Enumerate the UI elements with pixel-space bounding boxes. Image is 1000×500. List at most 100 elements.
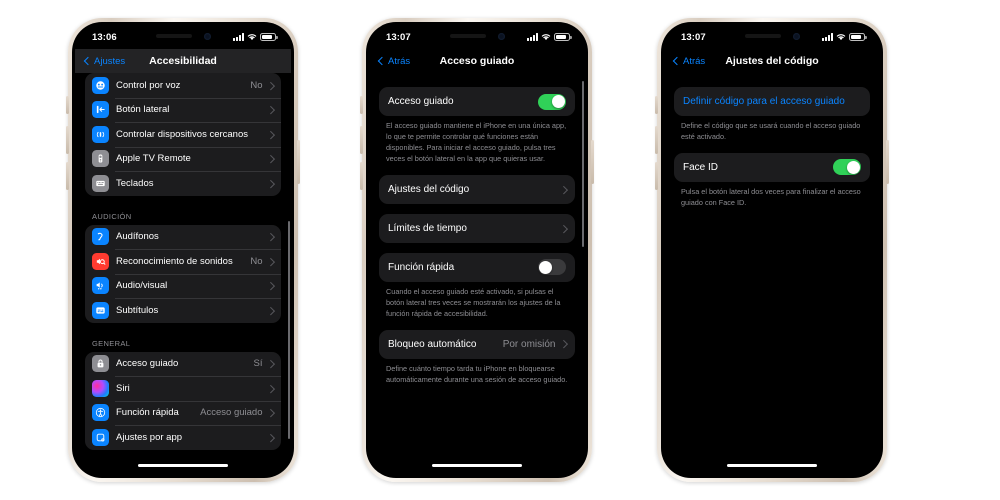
back-button-label: Atrás xyxy=(388,55,411,67)
accessibility-shortcut-toggle-row[interactable]: Función rápida xyxy=(379,253,575,282)
volume-down-button[interactable] xyxy=(360,162,363,190)
hearing-devices-icon xyxy=(92,228,109,246)
phone-screen: 13:07 Atrás Acceso guiado Acceso guiado … xyxy=(369,25,585,475)
guided-access-toggle-row[interactable]: Acceso guiado xyxy=(379,87,575,116)
row-funcion-rapida[interactable]: Función rápida Acceso guiado xyxy=(85,400,281,426)
volume-down-button[interactable] xyxy=(655,162,658,190)
settings-list[interactable]: Control por voz No Botón lateral Control… xyxy=(75,73,291,455)
home-indicator[interactable] xyxy=(727,463,817,467)
signal-bars-icon xyxy=(822,33,833,41)
back-button[interactable]: Atrás xyxy=(377,55,411,67)
chevron-right-icon xyxy=(559,185,568,194)
silent-switch[interactable] xyxy=(66,96,69,114)
chevron-right-icon xyxy=(266,81,275,90)
chevron-right-icon xyxy=(266,433,275,442)
row-apple-tv-remote[interactable]: Apple TV Remote xyxy=(85,146,281,172)
chevron-right-icon xyxy=(266,306,275,315)
chevron-right-icon xyxy=(266,179,275,188)
row-reconocimiento-de-sonidos[interactable]: Reconocimiento de sonidos No xyxy=(85,249,281,274)
row-ajustes-por-app[interactable]: Ajustes por app xyxy=(85,425,281,450)
row-label: Función rápida xyxy=(388,261,455,273)
row-control-por-voz[interactable]: Control por voz No xyxy=(85,73,281,98)
volume-up-button[interactable] xyxy=(360,126,363,154)
row-controlar-dispositivos-cercanos[interactable]: Controlar dispositivos cercanos xyxy=(85,122,281,147)
home-indicator-area xyxy=(369,455,585,475)
row-subtitulos[interactable]: Subtítulos xyxy=(85,298,281,323)
status-bar-indicators xyxy=(527,33,572,41)
back-button-label: Atrás xyxy=(683,55,706,67)
row-audio-visual[interactable]: Audio/visual xyxy=(85,273,281,299)
group-passcode-settings: Ajustes del código xyxy=(379,174,575,204)
siri-icon xyxy=(92,379,109,397)
guided-access-toggle[interactable] xyxy=(538,93,566,110)
status-bar-time: 13:07 xyxy=(681,31,706,43)
row-label: Ajustes del código xyxy=(388,183,470,195)
settings-group-audicion: Audífonos Reconocimiento de sonidos No A… xyxy=(85,224,281,323)
volume-up-button[interactable] xyxy=(66,126,69,154)
section-header-general: GENERAL xyxy=(92,338,131,348)
chevron-right-icon xyxy=(559,340,568,348)
side-button[interactable] xyxy=(591,140,594,184)
side-button[interactable] xyxy=(297,140,300,184)
status-bar-time: 13:06 xyxy=(92,31,117,43)
accessibility-shortcut-toggle[interactable] xyxy=(538,259,566,276)
chevron-right-icon xyxy=(266,257,275,266)
side-button[interactable] xyxy=(886,140,889,184)
face-id-description: Pulsa el botón lateral dos veces para fi… xyxy=(681,186,861,207)
volume-up-button[interactable] xyxy=(655,126,658,154)
row-label: Reconocimiento de sonidos xyxy=(116,255,233,267)
phone-screen: 13:06 Ajustes Accesibilidad Control por … xyxy=(75,25,291,475)
silent-switch[interactable] xyxy=(655,96,658,114)
row-label: Acceso guiado xyxy=(388,96,454,107)
nav-bar: Atrás Ajustes del código xyxy=(664,49,880,73)
row-label: Límites de tiempo xyxy=(388,222,467,234)
chevron-left-icon xyxy=(83,56,93,66)
wifi-icon xyxy=(247,33,257,41)
row-label: Control por voz xyxy=(116,79,181,91)
group-face-id: Face ID xyxy=(674,152,870,182)
row-boton-lateral[interactable]: Botón lateral xyxy=(85,97,281,123)
face-id-toggle[interactable] xyxy=(833,159,861,176)
back-button[interactable]: Ajustes xyxy=(83,55,126,67)
group-guided-access-toggle: Acceso guiado xyxy=(379,87,575,116)
row-teclados[interactable]: Teclados xyxy=(85,171,281,196)
home-indicator[interactable] xyxy=(432,463,522,467)
status-bar-indicators xyxy=(822,33,867,41)
time-limits-row[interactable]: Límites de tiempo xyxy=(379,214,575,243)
volume-down-button[interactable] xyxy=(66,162,69,190)
nav-bar: Ajustes Accesibilidad xyxy=(75,49,291,73)
guided-access-description: El acceso guiado mantiene el iPhone en u… xyxy=(386,121,567,163)
signal-bars-icon xyxy=(527,33,538,41)
set-passcode-description: Define el código que se usará cuando el … xyxy=(681,121,861,141)
scroll-indicator[interactable] xyxy=(581,81,584,247)
row-value: No xyxy=(250,255,263,267)
row-value: Sí xyxy=(253,358,263,370)
face-id-toggle-row[interactable]: Face ID xyxy=(674,153,870,182)
chevron-right-icon xyxy=(266,105,275,114)
nearby-devices-icon xyxy=(92,125,109,143)
section-header-audicion: AUDICIÓN xyxy=(92,211,132,221)
row-siri[interactable]: Siri xyxy=(85,376,281,401)
settings-group-general: Acceso guiado Sí Siri Función rápida Acc… xyxy=(85,351,281,450)
back-button[interactable]: Atrás xyxy=(672,55,706,67)
silent-switch[interactable] xyxy=(360,96,363,114)
accessibility-shortcut-description: Cuando el acceso guiado esté activado, s… xyxy=(386,286,561,318)
home-indicator-area xyxy=(664,455,880,475)
passcode-settings-row[interactable]: Ajustes del código xyxy=(379,175,575,204)
row-audifonos[interactable]: Audífonos xyxy=(85,225,281,250)
set-guided-access-passcode-button[interactable]: Definir código para el acceso guiado xyxy=(674,87,870,116)
row-label: Apple TV Remote xyxy=(116,153,191,165)
chevron-right-icon xyxy=(266,130,275,139)
row-acceso-guiado[interactable]: Acceso guiado Sí xyxy=(85,352,281,377)
back-button-label: Ajustes xyxy=(94,55,126,67)
scroll-indicator[interactable] xyxy=(287,221,290,439)
row-label: Audio/visual xyxy=(116,280,168,292)
auto-lock-row[interactable]: Bloqueo automático Por omisión xyxy=(379,330,575,359)
chevron-right-icon xyxy=(266,408,275,417)
phone-screen: 13:07 Atrás Ajustes del código Definir c… xyxy=(664,25,880,475)
home-indicator[interactable] xyxy=(138,463,228,467)
passcode-settings-list[interactable]: Definir código para el acceso guiado Def… xyxy=(664,73,880,455)
row-label: Controlar dispositivos cercanos xyxy=(116,128,249,140)
guided-access-list[interactable]: Acceso guiado El acceso guiado mantiene … xyxy=(369,73,585,455)
voice-control-icon xyxy=(92,76,109,94)
